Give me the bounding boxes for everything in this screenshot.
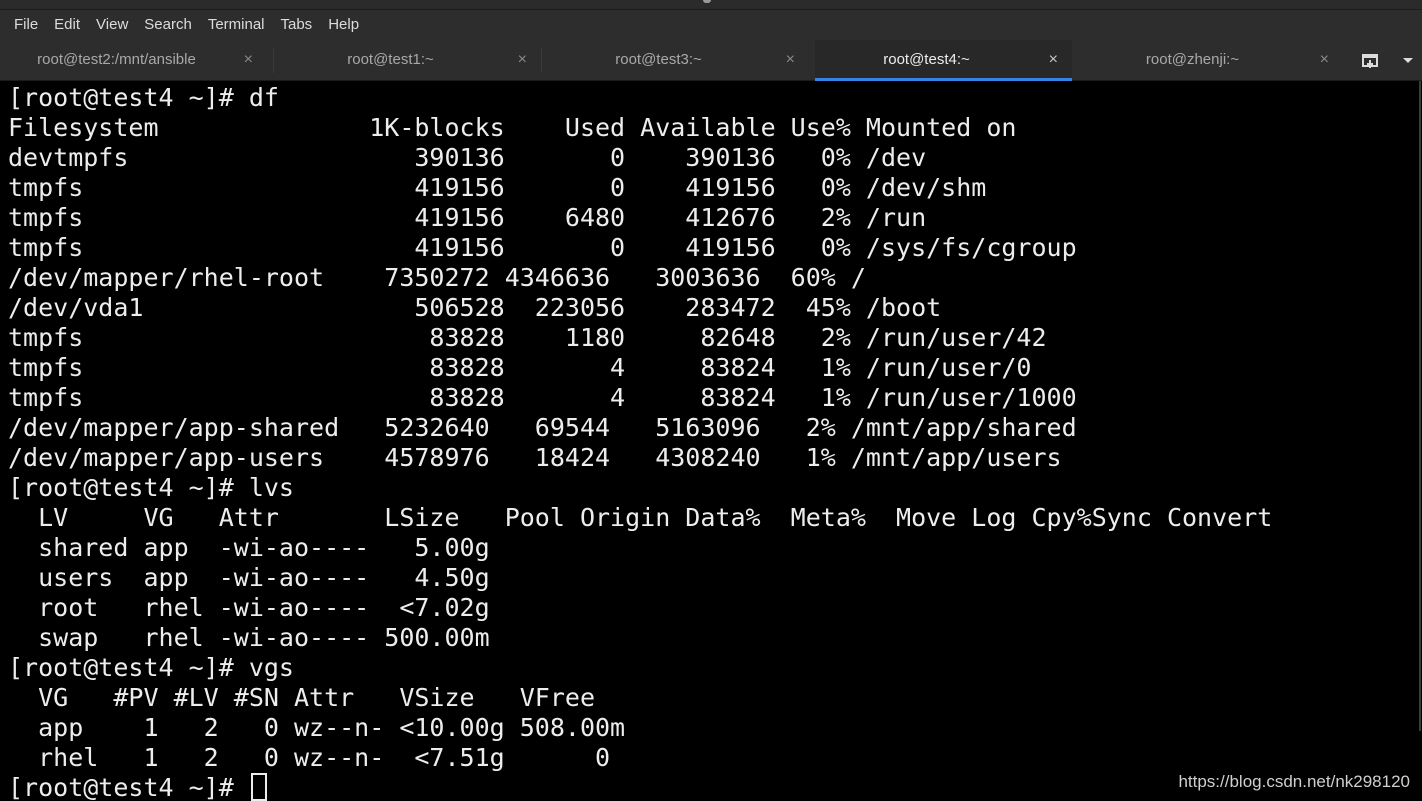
new-tab-button[interactable] [1356, 48, 1384, 74]
menu-bar: File Edit View Search Terminal Tabs Help [0, 10, 1422, 40]
menu-help[interactable]: Help [320, 10, 367, 40]
close-tab-icon[interactable]: × [518, 40, 527, 80]
terminal-line: Filesystem 1K-blocks Used Available Use%… [8, 113, 1017, 142]
terminal-line: /dev/mapper/app-users 4578976 18424 4308… [8, 443, 1062, 472]
close-tab-icon[interactable]: × [244, 40, 253, 80]
terminal-line: shared app -wi-ao---- 5.00g [8, 533, 490, 562]
scrollbar-thumb[interactable] [1419, 81, 1421, 731]
terminal-scrollbar[interactable] [1418, 81, 1422, 801]
title-bar[interactable] [0, 0, 1422, 10]
terminal-line: users app -wi-ao---- 4.50g [8, 563, 490, 592]
terminal-line: root rhel -wi-ao---- <7.02g [8, 593, 490, 622]
terminal-line: tmpfs 83828 1180 82648 2% /run/user/42 [8, 323, 1047, 352]
menu-tabs[interactable]: Tabs [273, 10, 321, 40]
tab-root-test4[interactable]: root@test4:~ × [815, 40, 1072, 81]
terminal-line: [root@test4 ~]# df [8, 83, 279, 112]
menu-view[interactable]: View [88, 10, 136, 40]
terminal-line: /dev/vda1 506528 223056 283472 45% /boot [8, 293, 942, 322]
close-tab-icon[interactable]: × [1320, 40, 1329, 80]
terminal-line: /dev/mapper/rhel-root 7350272 4346636 30… [8, 263, 866, 292]
terminal-line: swap rhel -wi-ao---- 500.00m [8, 623, 490, 652]
tab-bar: root@test2:/mnt/ansible × root@test1:~ ×… [0, 40, 1422, 81]
terminal-window: File Edit View Search Terminal Tabs Help… [0, 0, 1422, 801]
terminal-output[interactable]: [root@test4 ~]# df Filesystem 1K-blocks … [0, 81, 1422, 801]
tab-label: root@zhenji:~ [1145, 51, 1240, 68]
terminal-line: LV VG Attr LSize Pool Origin Data% Meta%… [8, 503, 1273, 532]
terminal-prompt-line[interactable]: [root@test4 ~]# [8, 773, 1272, 801]
tab-label: root@test3:~ [615, 51, 702, 68]
new-tab-icon [1362, 54, 1378, 68]
text-cursor [250, 773, 267, 801]
menu-terminal[interactable]: Terminal [200, 10, 273, 40]
terminal-line: [root@test4 ~]# vgs [8, 653, 294, 682]
close-tab-icon[interactable]: × [1049, 40, 1058, 80]
tab-label: root@test4:~ [883, 51, 970, 68]
menu-search[interactable]: Search [136, 10, 200, 40]
terminal-line: VG #PV #LV #SN Attr VSize VFree [8, 683, 595, 712]
terminal-line: /dev/mapper/app-shared 5232640 69544 516… [8, 413, 1077, 442]
terminal-line: rhel 1 2 0 wz--n- <7.51g 0 [8, 743, 611, 772]
tab-root-test2[interactable]: root@test2:/mnt/ansible × [0, 40, 267, 81]
menu-edit[interactable]: Edit [46, 10, 88, 40]
terminal-line: tmpfs 419156 6480 412676 2% /run [8, 203, 927, 232]
terminal-line: app 1 2 0 wz--n- <10.00g 508.00m [8, 713, 626, 742]
terminal-line: tmpfs 419156 0 419156 0% /dev/shm [8, 173, 987, 202]
title-bar-indicator [703, 0, 711, 3]
menu-file[interactable]: File [6, 10, 46, 40]
tab-label: root@test1:~ [347, 51, 434, 68]
terminal-line: devtmpfs 390136 0 390136 0% /dev [8, 143, 927, 172]
terminal-line: [root@test4 ~]# lvs [8, 473, 294, 502]
terminal-lines: [root@test4 ~]# df Filesystem 1K-blocks … [8, 83, 1272, 801]
tab-menu-button[interactable] [1398, 48, 1418, 74]
terminal-line: tmpfs 83828 4 83824 1% /run/user/0 [8, 353, 1032, 382]
watermark: https://blog.csdn.net/nk298120 [1178, 772, 1410, 791]
tab-root-zhenji[interactable]: root@zhenji:~ × [1076, 40, 1343, 81]
tab-root-test3[interactable]: root@test3:~ × [542, 40, 809, 81]
close-tab-icon[interactable]: × [786, 40, 795, 80]
terminal-line: tmpfs 83828 4 83824 1% /run/user/1000 [8, 383, 1077, 412]
tab-root-test1[interactable]: root@test1:~ × [274, 40, 541, 81]
chevron-down-icon [1403, 58, 1413, 63]
tab-label: root@test2:/mnt/ansible [37, 51, 196, 68]
terminal-line: tmpfs 419156 0 419156 0% /sys/fs/cgroup [8, 233, 1077, 262]
terminal-prompt: [root@test4 ~]# [8, 773, 249, 801]
